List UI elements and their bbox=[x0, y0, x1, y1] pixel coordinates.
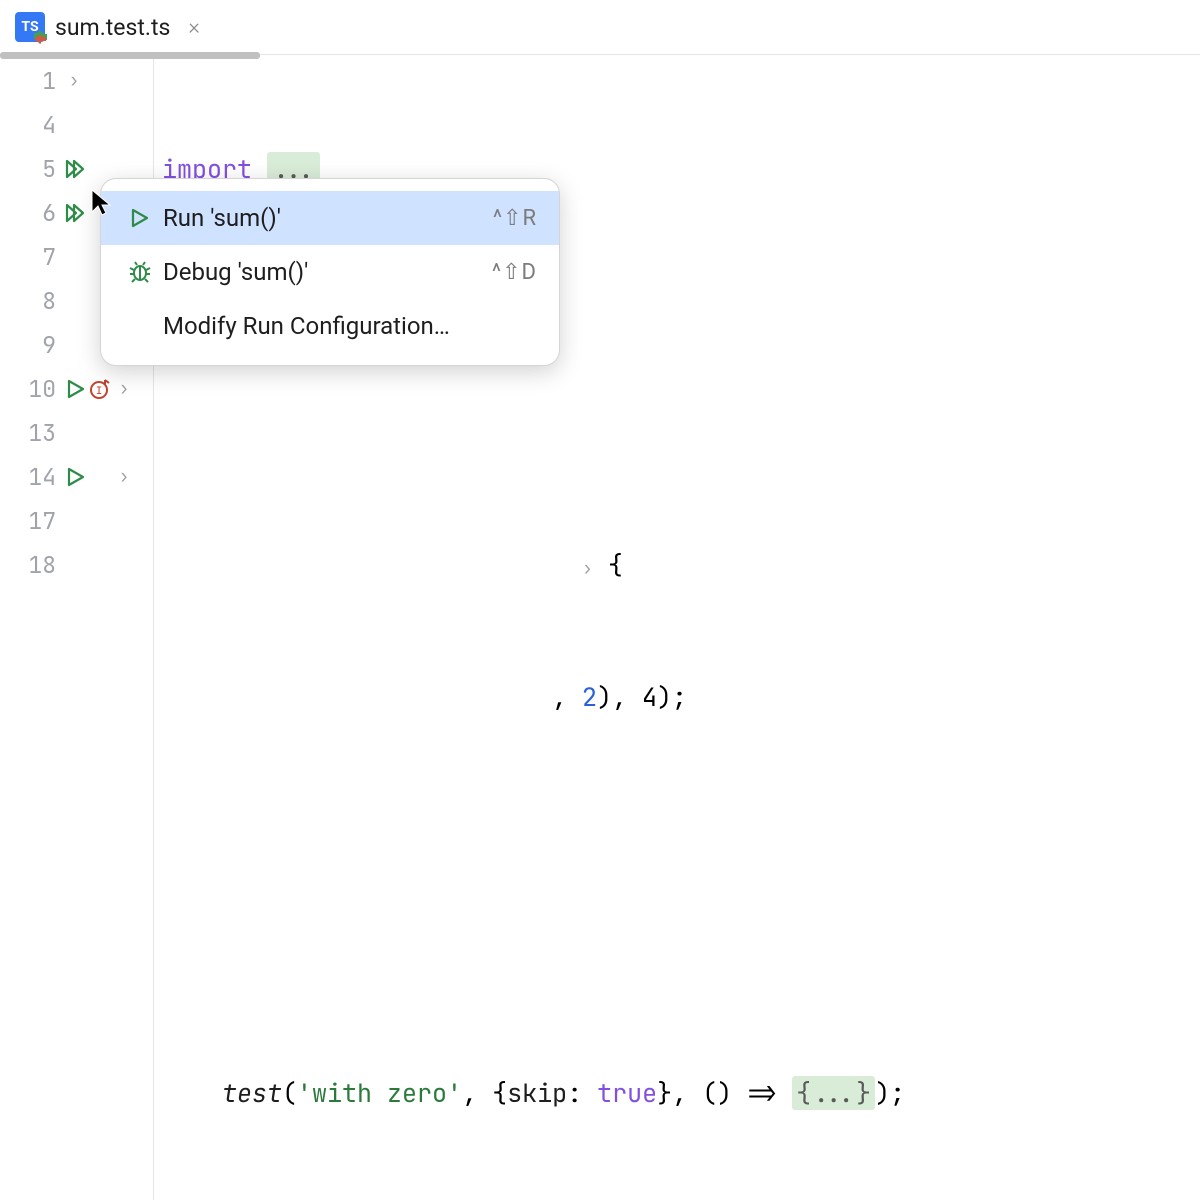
menu-label: Run 'sum()' bbox=[163, 204, 493, 232]
run-all-gutter-icon[interactable] bbox=[64, 201, 88, 225]
svg-text:I: I bbox=[96, 386, 103, 398]
tab-bar: TS sum.test.ts × bbox=[0, 0, 1200, 55]
menu-shortcut: ^⇧R bbox=[493, 206, 537, 231]
run-icon bbox=[123, 206, 157, 230]
code-text: ); bbox=[875, 1076, 905, 1110]
line-number: 8 bbox=[0, 279, 60, 323]
mouse-cursor-icon bbox=[90, 188, 114, 218]
boolean-literal: true bbox=[597, 1076, 657, 1110]
horizontal-scroll-thumb[interactable] bbox=[0, 52, 260, 59]
line-number: 9 bbox=[0, 323, 60, 367]
run-gutter-icon[interactable] bbox=[64, 465, 88, 489]
line-number: 1 bbox=[0, 59, 60, 103]
string-literal: 'with zero' bbox=[297, 1076, 462, 1110]
line-number: 18 bbox=[0, 543, 60, 587]
test-skip-indicator-icon: I bbox=[90, 378, 112, 400]
menu-label: Debug 'sum()' bbox=[163, 258, 492, 286]
inline-chevron-icon: › bbox=[582, 557, 593, 580]
menu-item-run[interactable]: Run 'sum()' ^⇧R bbox=[101, 191, 559, 245]
menu-label: Modify Run Configuration… bbox=[163, 312, 537, 340]
folded-region[interactable]: {...} bbox=[792, 1076, 875, 1110]
fold-toggle-icon[interactable]: › bbox=[114, 455, 134, 499]
function-call: test bbox=[222, 1076, 282, 1110]
line-number: 5 bbox=[0, 147, 60, 191]
close-tab-icon[interactable]: × bbox=[188, 15, 200, 40]
run-gutter-icon[interactable] bbox=[64, 377, 88, 401]
line-number: 10 bbox=[0, 367, 60, 411]
line-number: 7 bbox=[0, 235, 60, 279]
tab-title[interactable]: sum.test.ts bbox=[55, 14, 170, 41]
menu-item-debug[interactable]: Debug 'sum()' ^⇧D bbox=[101, 245, 559, 299]
property: skip bbox=[507, 1076, 567, 1110]
code-text: : bbox=[567, 1076, 597, 1110]
code-text: ), 4); bbox=[597, 680, 687, 714]
line-number: 13 bbox=[0, 411, 60, 455]
line-number: 4 bbox=[0, 103, 60, 147]
number-literal: 2 bbox=[582, 680, 597, 714]
run-context-menu: Run 'sum()' ^⇧R Debug 'sum()' ^⇧D Modify… bbox=[100, 178, 560, 366]
line-number: 14 bbox=[0, 455, 60, 499]
code-text: }, () => bbox=[657, 1076, 792, 1110]
menu-item-modify-run-config[interactable]: Modify Run Configuration… bbox=[101, 299, 559, 353]
code-text: , { bbox=[462, 1076, 507, 1110]
file-type-icon: TS bbox=[15, 12, 45, 42]
menu-shortcut: ^⇧D bbox=[492, 260, 537, 285]
line-number: 6 bbox=[0, 191, 60, 235]
run-all-gutter-icon[interactable] bbox=[64, 157, 88, 181]
fold-toggle-icon[interactable]: › bbox=[64, 59, 84, 103]
bug-icon bbox=[123, 260, 157, 284]
line-number: 17 bbox=[0, 499, 60, 543]
code-text: { bbox=[593, 548, 623, 582]
fold-toggle-icon[interactable]: › bbox=[114, 367, 134, 411]
